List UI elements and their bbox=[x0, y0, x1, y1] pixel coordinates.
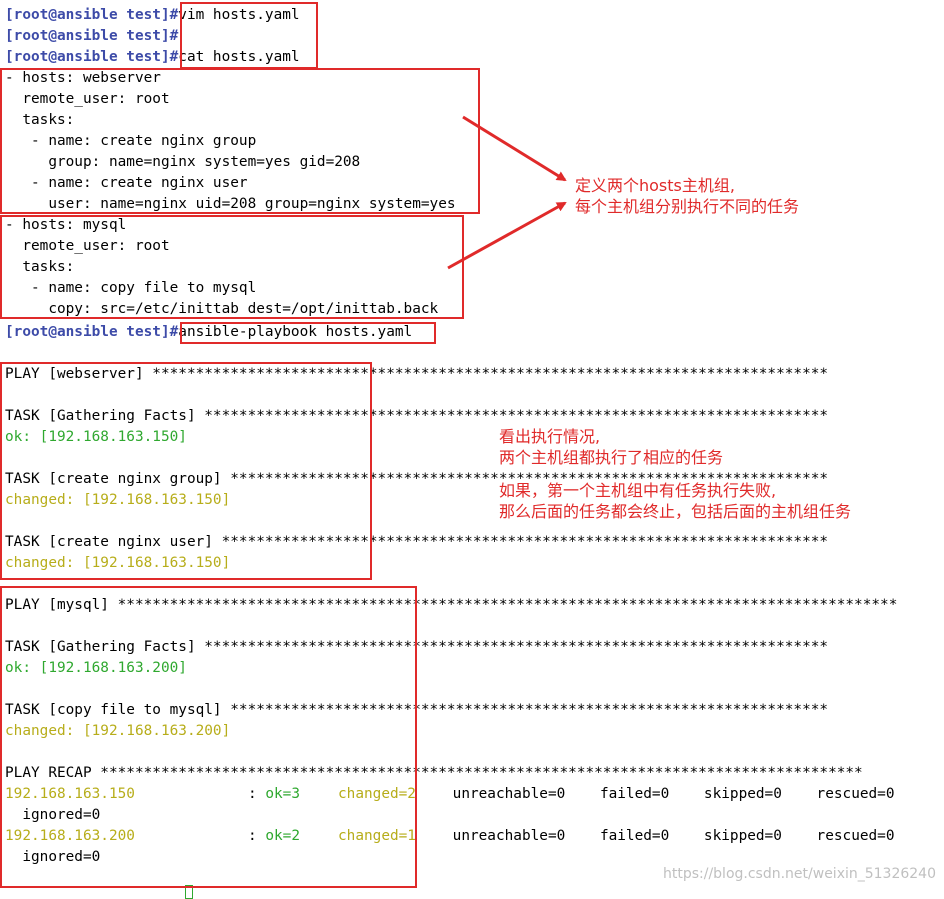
recap-changed: changed=2 bbox=[338, 784, 418, 805]
watermark: https://blog.csdn.net/weixin_51326240 bbox=[662, 866, 936, 882]
annotation-line: 每个主机组分别执行不同的任务 bbox=[575, 197, 800, 216]
command-line-empty: [root@ansible test]# bbox=[5, 26, 178, 47]
yaml-line: tasks: bbox=[5, 259, 75, 275]
shell-prompt: [root@ansible test]# bbox=[5, 7, 179, 23]
annotation-failure: 如果，第一个主机组中有任务执行失败, 那么后面的任务都会终止，包括后面的主机组任… bbox=[499, 480, 851, 522]
recap-host: 192.168.163.200 bbox=[5, 828, 135, 844]
command-text: vim hosts.yaml bbox=[178, 7, 300, 23]
task-ok-status: ok: [192.168.163.200] bbox=[5, 660, 187, 676]
yaml-line: user: name=nginx uid=208 group=nginx sys… bbox=[5, 196, 456, 212]
task-changed-status: changed: [192.168.163.200] bbox=[5, 723, 231, 739]
task-ok-status: ok: [192.168.163.150] bbox=[5, 429, 187, 445]
recap-rest: unreachable=0 failed=0 skipped=0 rescued… bbox=[418, 786, 895, 802]
shell-prompt: [root@ansible test]# bbox=[5, 324, 179, 340]
yaml-line: - name: create nginx user bbox=[5, 175, 248, 191]
recap-stats: : ok=3 bbox=[248, 784, 300, 805]
annotation-line: 如果，第一个主机组中有任务执行失败, bbox=[499, 481, 777, 500]
annotation-line: 看出执行情况, bbox=[499, 427, 601, 446]
recap-stats: : ok=2 bbox=[248, 826, 300, 847]
recap-separator: : bbox=[248, 828, 266, 844]
command-line-cat: [root@ansible test]#cat hosts.yaml bbox=[5, 47, 300, 68]
task-changed-status: changed: [192.168.163.150] bbox=[5, 492, 231, 508]
yaml-line: tasks: bbox=[5, 112, 75, 128]
yaml-line: - hosts: webserver bbox=[5, 70, 161, 86]
recap-changed: changed=1 bbox=[338, 826, 418, 847]
annotation-line: 两个主机组都执行了相应的任务 bbox=[499, 448, 724, 467]
shell-prompt: [root@ansible test]# bbox=[5, 49, 179, 65]
yaml-line: - hosts: mysql bbox=[5, 217, 127, 233]
command-line-vim: [root@ansible test]#vim hosts.yaml bbox=[5, 5, 300, 26]
recap-ignored: ignored=0 bbox=[5, 807, 101, 823]
yaml-line: - name: copy file to mysql bbox=[5, 280, 257, 296]
arrow-to-mysql bbox=[447, 201, 567, 270]
task-header: TASK [Gathering Facts] *****************… bbox=[5, 639, 829, 655]
recap-changed-count: changed=1 bbox=[338, 828, 416, 844]
recap-ok-count: ok=3 bbox=[265, 786, 300, 802]
task-header: TASK [copy file to mysql] **************… bbox=[5, 702, 829, 718]
shell-prompt: [root@ansible test]# bbox=[5, 28, 179, 44]
recap-row: 192.168.163.200 bbox=[5, 826, 135, 847]
annotation-line: 那么后面的任务都会终止，包括后面的主机组任务 bbox=[499, 502, 852, 521]
recap-ignored: ignored=0 bbox=[5, 849, 101, 865]
recap-ok-count: ok=2 bbox=[265, 828, 300, 844]
command-text: cat hosts.yaml bbox=[178, 49, 300, 65]
command-text: ansible-playbook hosts.yaml bbox=[178, 324, 413, 340]
task-header: TASK [create nginx user] ***************… bbox=[5, 534, 829, 550]
task-header: TASK [Gathering Facts] *****************… bbox=[5, 408, 829, 424]
annotation-hosts-groups: 定义两个hosts主机组, 每个主机组分别执行不同的任务 bbox=[575, 175, 799, 217]
play-header-webserver: PLAY [webserver] ***********************… bbox=[5, 366, 829, 382]
yaml-line: remote_user: root bbox=[5, 91, 170, 107]
recap-changed-count: changed=2 bbox=[338, 786, 416, 802]
yaml-line: remote_user: root bbox=[5, 238, 170, 254]
recap-rest: unreachable=0 failed=0 skipped=0 rescued… bbox=[418, 828, 895, 844]
recap-row: 192.168.163.150 bbox=[5, 784, 135, 805]
terminal-cursor bbox=[185, 885, 193, 899]
command-line-run: [root@ansible test]#ansible-playbook hos… bbox=[5, 322, 412, 343]
yaml-line: copy: src=/etc/inittab dest=/opt/inittab… bbox=[5, 301, 439, 317]
play-header-mysql: PLAY [mysql] ***************************… bbox=[5, 597, 898, 613]
recap-separator: : bbox=[248, 786, 266, 802]
yaml-line: - name: create nginx group bbox=[5, 133, 257, 149]
play-recap-header: PLAY RECAP *****************************… bbox=[5, 765, 863, 781]
recap-host: 192.168.163.150 bbox=[5, 786, 135, 802]
arrow-to-webserver bbox=[462, 115, 567, 182]
task-changed-status: changed: [192.168.163.150] bbox=[5, 555, 231, 571]
yaml-line: group: name=nginx system=yes gid=208 bbox=[5, 154, 361, 170]
annotation-line: 定义两个hosts主机组, bbox=[575, 176, 735, 195]
annotation-execution: 看出执行情况, 两个主机组都执行了相应的任务 bbox=[499, 426, 723, 468]
